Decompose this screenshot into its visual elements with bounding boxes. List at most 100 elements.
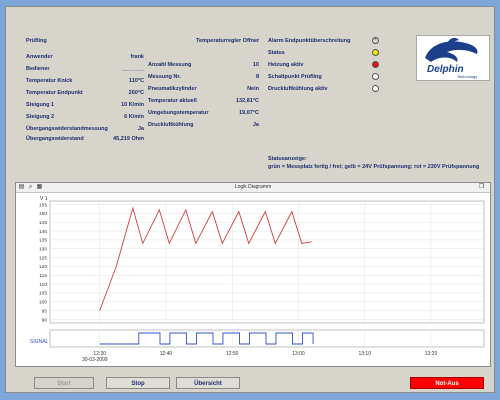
middle-row-value: 19,07°C bbox=[239, 110, 259, 116]
main-window: Prüfling Anwender frank Bediener _______ Temp… bbox=[5, 6, 495, 393]
status-indicator-icon: × bbox=[372, 37, 379, 44]
left-row-value: Ja bbox=[137, 126, 144, 132]
left-row-label: Anwender bbox=[26, 54, 53, 60]
controller-title: Temperaturregler Offner bbox=[196, 38, 260, 44]
middle-row: Anzahl Messung 10 bbox=[148, 61, 259, 69]
info-section: Prüfling Anwender frank Bediener _______ Temp… bbox=[6, 7, 494, 177]
middle-row-value: Ja bbox=[252, 122, 259, 128]
x-tick-label: 12:50 bbox=[226, 351, 239, 357]
x-tick-label: 13:00 bbox=[292, 351, 305, 357]
left-row-label: Übergangswiderstandmessung bbox=[26, 126, 108, 132]
status-label: Heizung aktiv bbox=[268, 62, 304, 68]
middle-row-value: 8 bbox=[255, 74, 259, 80]
status-legend-title: Statusanzeige: bbox=[268, 156, 307, 162]
y-tick-label: 150 bbox=[39, 211, 47, 217]
left-row-label: Prüfling bbox=[26, 38, 47, 44]
middle-row: Messung Nr. 8 bbox=[148, 73, 259, 81]
status-label: Alarm Endpunktüberschreitung bbox=[268, 38, 351, 44]
left-row-label: Übergangswiderstand bbox=[26, 136, 84, 142]
middle-row: Umgebungstemperatur 19,07°C bbox=[148, 109, 259, 117]
middle-row-label: Temperatur aktuell bbox=[148, 98, 197, 104]
middle-row-label: Umgebungstemperatur bbox=[148, 110, 209, 116]
y-tick-label: 105 bbox=[39, 291, 47, 297]
status-indicator-icon bbox=[372, 85, 379, 92]
status-indicator-icon bbox=[372, 73, 379, 80]
status-row: Heizung aktiv bbox=[268, 61, 388, 69]
left-row-value: _______ bbox=[122, 66, 144, 72]
middle-row: Temperatur aktuell 132,81°C bbox=[148, 97, 259, 105]
left-row: Steigung 2 6 K/min bbox=[26, 113, 144, 121]
left-row: Bediener _______ bbox=[26, 65, 144, 73]
left-row-value: 45,219 Ohm bbox=[113, 136, 144, 142]
overview-button[interactable]: Übersicht bbox=[176, 377, 240, 389]
chart-toolbar: ▤ ⌕ ▦ Logik Diagramm ❐ bbox=[16, 183, 490, 193]
y-tick-label: 135 bbox=[39, 238, 47, 244]
left-row: Steigung 1 10 K/min bbox=[26, 101, 144, 109]
chart-panel: ▤ ⌕ ▦ Logik Diagramm ❐ V 1 SIGNAL 30-03-… bbox=[15, 182, 491, 367]
left-row-value: 6 K/min bbox=[124, 114, 144, 120]
stop-button[interactable]: Stop bbox=[106, 377, 170, 389]
y-tick-label: 140 bbox=[39, 229, 47, 235]
middle-row: Pneumatikzylinder Nein bbox=[148, 85, 259, 93]
left-row: Temperatur Knick 110°C bbox=[26, 77, 144, 85]
left-row-label: Steigung 1 bbox=[26, 102, 55, 108]
middle-row-label: Pneumatikzylinder bbox=[148, 86, 197, 92]
y-tick-label: 120 bbox=[39, 264, 47, 270]
dolphin-icon: Delphin Technology bbox=[425, 37, 478, 79]
signal-label: SIGNAL bbox=[30, 339, 49, 345]
status-indicator-icon bbox=[372, 49, 379, 56]
chart-window-title: Logik Diagramm bbox=[234, 184, 272, 190]
emergency-stop-button[interactable]: Not-Aus bbox=[410, 377, 484, 389]
y-tick-label: 125 bbox=[39, 255, 47, 261]
middle-row-label: Anzahl Messung bbox=[148, 62, 192, 68]
logo-subtitle: Technology bbox=[457, 74, 477, 79]
left-row: Anwender frank bbox=[26, 53, 144, 61]
status-indicator-icon bbox=[372, 61, 379, 68]
y-tick-label: 100 bbox=[39, 300, 47, 306]
y-tick-label: 90 bbox=[42, 317, 48, 323]
left-row-value: 110°C bbox=[128, 78, 144, 84]
middle-row-value: 10 bbox=[252, 62, 259, 68]
date-label: 30-03-2009 bbox=[82, 357, 108, 363]
y-tick-label: 130 bbox=[39, 247, 47, 253]
status-row: Druckluftkühlung aktiv bbox=[268, 85, 388, 93]
middle-row: Druckluftkühlung Ja bbox=[148, 121, 259, 129]
status-row: Alarm Endpunktüberschreitung × bbox=[268, 37, 388, 45]
y-tick-label: 110 bbox=[39, 282, 47, 288]
middle-row-value: Nein bbox=[247, 86, 259, 92]
left-row-label: Bediener bbox=[26, 66, 50, 72]
x-tick-label: 12:30 bbox=[93, 351, 106, 357]
status-row: Status bbox=[268, 49, 388, 57]
left-row-label: Temperatur Endpunkt bbox=[26, 90, 83, 96]
y-tick-label: 115 bbox=[39, 273, 47, 279]
x-tick-label: 13:10 bbox=[358, 351, 371, 357]
status-label: Status bbox=[268, 50, 285, 56]
left-row: Prüfling bbox=[26, 37, 144, 45]
left-row: Übergangswiderstandmessung Ja bbox=[26, 125, 144, 133]
left-row-label: Temperatur Knick bbox=[26, 78, 73, 84]
delphin-logo: Delphin Technology bbox=[416, 35, 490, 81]
middle-row-label: Messung Nr. bbox=[148, 74, 181, 80]
left-row-value: 260°C bbox=[128, 90, 144, 96]
x-tick-label: 13:20 bbox=[425, 351, 438, 357]
left-row-label: Steigung 2 bbox=[26, 114, 55, 120]
y-tick-label: 155 bbox=[39, 202, 47, 208]
signal-plot-area bbox=[49, 329, 485, 348]
status-legend-text: grün = Messplatz fertig / frei; gelb = 2… bbox=[268, 164, 480, 170]
left-row: Übergangswiderstand 45,219 Ohm bbox=[26, 135, 144, 143]
start-button[interactable]: Start bbox=[34, 377, 94, 389]
restore-window-icon[interactable]: ❐ bbox=[478, 184, 485, 191]
left-row-value: frank bbox=[130, 54, 144, 60]
y-unit-label: V 1 bbox=[40, 196, 48, 202]
y-tick-label: 145 bbox=[39, 220, 47, 226]
middle-row-value: 132,81°C bbox=[236, 98, 259, 104]
plot-area bbox=[49, 200, 485, 324]
y-tick-label: 95 bbox=[42, 308, 48, 314]
status-label: Druckluftkühlung aktiv bbox=[268, 86, 328, 92]
status-label: Schaltpunkt Prüfling bbox=[268, 74, 322, 80]
x-tick-label: 12:40 bbox=[160, 351, 173, 357]
left-row-value: 10 K/min bbox=[121, 102, 144, 108]
left-row: Temperatur Endpunkt 260°C bbox=[26, 89, 144, 97]
middle-row-label: Druckluftkühlung bbox=[148, 122, 194, 128]
logic-diagram: V 1 SIGNAL 30-03-2009 90 95 100 105 110 115 12… bbox=[30, 196, 485, 363]
